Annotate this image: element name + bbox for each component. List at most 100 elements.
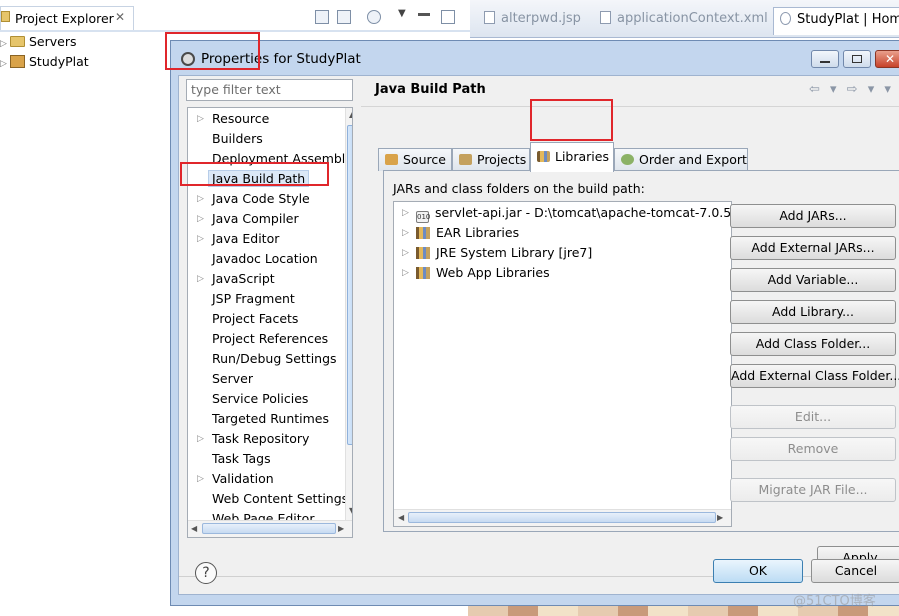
tab-source[interactable]: Source — [378, 148, 452, 171]
add-library-button[interactable]: Add Library... — [730, 300, 896, 324]
tab-projects[interactable]: Projects — [452, 148, 530, 171]
nav-item[interactable]: Web Content Settings — [188, 489, 348, 509]
cancel-button[interactable]: Cancel — [811, 559, 899, 583]
project-icon — [10, 55, 25, 68]
view-menu-icon[interactable]: ▼ — [398, 8, 406, 19]
library-item[interactable]: ▷ EAR Libraries — [394, 223, 519, 243]
source-folder-icon — [385, 154, 398, 165]
jsp-file-icon — [484, 11, 495, 24]
highlight-box — [530, 99, 613, 141]
nav-item[interactable]: Service Policies — [188, 389, 308, 409]
expand-arrow-icon[interactable]: ▷ — [0, 59, 10, 69]
minimize-icon[interactable] — [418, 13, 430, 16]
editor-tab-label: StudyPlat | HomeP — [797, 12, 899, 27]
nav-item[interactable]: Builders — [188, 129, 263, 149]
nav-item[interactable]: ▷ Java Editor — [188, 229, 279, 249]
library-label: servlet-api.jar - D:\tomcat\apache-tomca… — [435, 205, 732, 220]
add-variable-button[interactable]: Add Variable... — [730, 268, 896, 292]
add-class-folder-button[interactable]: Add Class Folder... — [730, 332, 896, 356]
expand-arrow-icon[interactable]: ▷ — [197, 429, 204, 449]
nav-item-label: Service Policies — [212, 391, 309, 406]
jar-icon: 010 — [416, 211, 431, 223]
help-icon[interactable]: ? — [195, 562, 217, 584]
expand-arrow-icon[interactable]: ▷ — [197, 269, 204, 289]
nav-item-label: Javadoc Location — [212, 251, 318, 266]
nav-item-label: Task Repository — [212, 431, 310, 446]
nav-item[interactable]: JSP Fragment — [188, 289, 295, 309]
tab-label: Projects — [477, 152, 527, 167]
library-item[interactable]: ▷ Web App Libraries — [394, 263, 550, 283]
expand-arrow-icon[interactable]: ▷ — [197, 229, 204, 249]
nav-item[interactable]: Run/Debug Settings — [188, 349, 337, 369]
filter-input[interactable]: type filter text — [186, 79, 353, 101]
maximize-window-icon[interactable] — [843, 50, 871, 68]
nav-item[interactable]: Project References — [188, 329, 328, 349]
nav-item[interactable]: Server — [188, 369, 253, 389]
header-divider — [361, 106, 899, 107]
minimize-window-icon[interactable] — [811, 50, 839, 68]
close-icon[interactable]: ✕ — [115, 10, 125, 24]
scroll-right-icon[interactable]: ▶ — [717, 513, 723, 522]
expand-arrow-icon[interactable]: ▷ — [402, 223, 409, 243]
editor-tab-label: applicationContext.xml — [617, 11, 768, 26]
tree-item-studyplat[interactable]: ▷ StudyPlat — [0, 54, 89, 72]
nav-item[interactable]: ▷ Resource — [188, 109, 269, 129]
editor-tab-applicationcontext[interactable]: applicationContext.xml — [594, 7, 774, 35]
nav-item[interactable]: ▷ Java Code Style — [188, 189, 310, 209]
expand-arrow-icon[interactable]: ▷ — [197, 189, 204, 209]
nav-item-label: Task Tags — [212, 451, 271, 466]
expand-arrow-icon[interactable]: ▷ — [402, 263, 409, 283]
scrollbar-thumb[interactable] — [408, 512, 716, 523]
close-window-icon[interactable]: ✕ — [875, 50, 899, 68]
link-editor-icon[interactable] — [337, 10, 351, 24]
editor-tab-alterpwd[interactable]: alterpwd.jsp — [478, 7, 587, 35]
add-external-class-folder-button[interactable]: Add External Class Folder... — [730, 364, 899, 388]
expand-arrow-icon[interactable]: ▷ — [197, 109, 204, 129]
nav-item[interactable]: ▷ Validation — [188, 469, 274, 489]
tab-libraries[interactable]: Libraries — [530, 142, 614, 172]
expand-arrow-icon[interactable]: ▷ — [197, 209, 204, 229]
nav-item[interactable]: Project Facets — [188, 309, 298, 329]
nav-item[interactable]: Javadoc Location — [188, 249, 318, 269]
page-title: Java Build Path — [375, 82, 486, 97]
expand-arrow-icon[interactable]: ▷ — [0, 39, 10, 49]
globe-icon — [780, 12, 791, 25]
library-icon — [416, 247, 430, 259]
add-jars-button[interactable]: Add JARs... — [730, 204, 896, 228]
expand-arrow-icon[interactable]: ▷ — [197, 469, 204, 489]
maximize-icon[interactable] — [441, 10, 455, 24]
add-external-jars-button[interactable]: Add External JARs... — [730, 236, 896, 260]
scroll-right-icon[interactable]: ▶ — [338, 524, 344, 533]
edit-button[interactable]: Edit... — [730, 405, 896, 429]
editor-tab-homepage[interactable]: StudyPlat | HomeP — [773, 7, 899, 35]
scrollbar-thumb[interactable] — [202, 523, 336, 534]
scroll-left-icon[interactable]: ◀ — [398, 513, 404, 522]
library-item[interactable]: ▷ 010 servlet-api.jar - D:\tomcat\apache-t… — [394, 203, 732, 223]
remove-button[interactable]: Remove — [730, 437, 896, 461]
tree-item-servers[interactable]: ▷ Servers — [0, 34, 77, 52]
project-explorer-tab[interactable]: Project Explorer ✕ — [0, 6, 134, 31]
expand-arrow-icon[interactable]: ▷ — [402, 203, 409, 223]
library-item[interactable]: ▷ JRE System Library [jre7] — [394, 243, 592, 263]
scroll-up-icon[interactable]: ▲ — [349, 110, 352, 119]
collapse-all-icon[interactable] — [315, 10, 329, 24]
tree-item-label: StudyPlat — [29, 54, 89, 69]
nav-item[interactable]: ▷ Task Repository — [188, 429, 309, 449]
scrollbar-thumb[interactable] — [347, 125, 352, 445]
history-navigation[interactable]: ⇦ ▾ ⇨ ▾ ▾ — [809, 82, 894, 97]
nav-item[interactable]: Task Tags — [188, 449, 271, 469]
tab-label: Order and Export — [639, 152, 747, 167]
library-tree: ▷ 010 servlet-api.jar - D:\tomcat\apache-t… — [393, 201, 732, 527]
nav-item[interactable]: ▷ JavaScript — [188, 269, 275, 289]
nav-item[interactable]: ▷ Java Compiler — [188, 209, 299, 229]
scroll-left-icon[interactable]: ◀ — [191, 524, 197, 533]
ok-button[interactable]: OK — [713, 559, 803, 583]
project-tree: ▷ Servers ▷ StudyPlat — [0, 34, 170, 94]
expand-arrow-icon[interactable]: ▷ — [402, 243, 409, 263]
focus-icon[interactable] — [367, 10, 381, 24]
tab-order-and-export[interactable]: Order and Export — [614, 148, 748, 171]
tab-label: Source — [403, 152, 446, 167]
scroll-down-icon[interactable]: ▼ — [349, 506, 352, 515]
nav-item[interactable]: Targeted Runtimes — [188, 409, 329, 429]
migrate-jar-button[interactable]: Migrate JAR File... — [730, 478, 896, 502]
